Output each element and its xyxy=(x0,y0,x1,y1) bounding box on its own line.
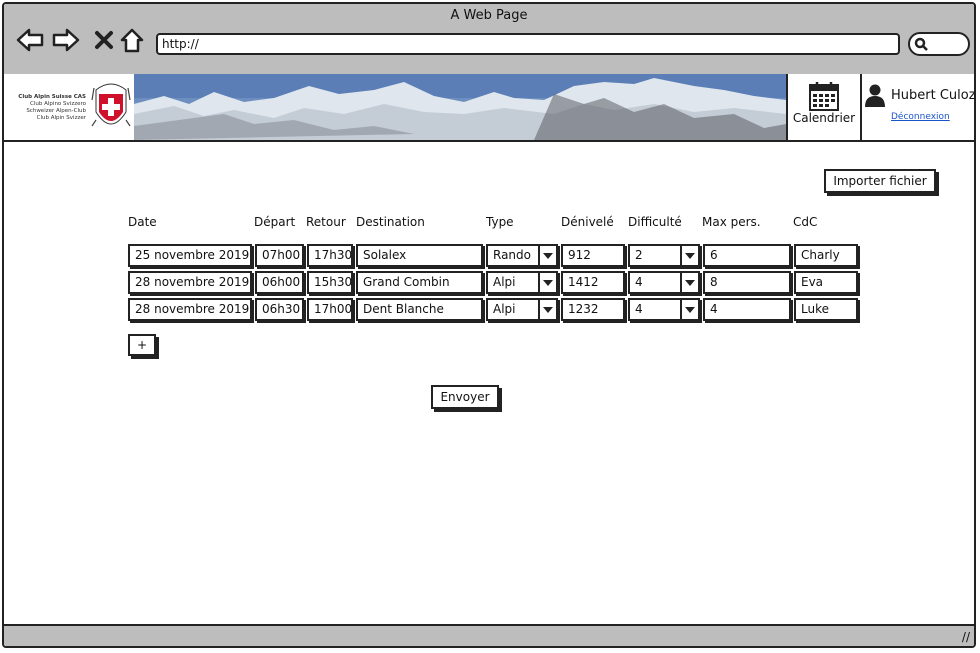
destination-field[interactable]: Dent Blanche xyxy=(356,298,483,321)
retour-field[interactable]: 17h30 xyxy=(307,244,353,267)
type-select[interactable]: Alpi xyxy=(486,271,558,294)
import-file-button[interactable]: Importer fichier xyxy=(824,169,936,193)
forward-arrow-icon[interactable] xyxy=(52,26,80,54)
chevron-down-icon[interactable] xyxy=(680,300,698,319)
chevron-down-icon[interactable] xyxy=(680,273,698,292)
col-header-destination: Destination xyxy=(356,215,425,229)
chevron-down-icon[interactable] xyxy=(538,300,556,319)
calendar-icon xyxy=(809,82,839,111)
depart-field[interactable]: 06h30 xyxy=(255,298,304,321)
difficulte-select-value: 4 xyxy=(635,275,643,289)
close-icon[interactable] xyxy=(90,26,118,54)
club-crest-icon xyxy=(91,83,131,127)
difficulte-select[interactable]: 4 xyxy=(628,271,700,294)
difficulte-select[interactable]: 2 xyxy=(628,244,700,267)
back-arrow-icon[interactable] xyxy=(16,26,44,54)
difficulte-select-value: 2 xyxy=(635,248,643,262)
difficulte-select-value: 4 xyxy=(635,302,643,316)
col-header-cdc: CdC xyxy=(793,215,818,229)
col-header-type: Type xyxy=(486,215,514,229)
logo-line: Schweizer Alpen-Club xyxy=(26,108,86,114)
logo-line: Club Alpino Svizzero xyxy=(30,101,86,107)
club-logo-text: Club Alpin Suisse CAS Club Alpino Svizze… xyxy=(14,94,86,122)
mountain-banner-image xyxy=(134,74,786,140)
logo-line: Club Alpin Suisse CAS xyxy=(18,94,86,100)
max-pers-field[interactable]: 6 xyxy=(703,244,791,267)
destination-field[interactable]: Grand Combin xyxy=(356,271,483,294)
date-field[interactable]: 25 novembre 2019 xyxy=(128,244,252,267)
url-bar[interactable]: http:// xyxy=(156,33,900,55)
browser-chrome: A Web Page http:// xyxy=(4,4,974,76)
date-field[interactable]: 28 novembre 2019 xyxy=(128,298,252,321)
home-icon[interactable] xyxy=(118,26,146,54)
calendar-button[interactable]: Calendrier xyxy=(786,74,862,140)
denivele-field[interactable]: 1232 xyxy=(561,298,625,321)
retour-field[interactable]: 15h30 xyxy=(307,271,353,294)
col-header-date: Date xyxy=(128,215,157,229)
col-header-depart: Départ xyxy=(254,215,296,229)
search-box[interactable] xyxy=(908,32,970,56)
col-header-max-pers: Max pers. xyxy=(702,215,761,229)
type-select-value: Alpi xyxy=(493,275,516,289)
destination-field[interactable]: Solalex xyxy=(356,244,483,267)
col-header-denivele: Dénivelé xyxy=(561,215,614,229)
max-pers-field[interactable]: 4 xyxy=(703,298,791,321)
date-field[interactable]: 28 novembre 2019 xyxy=(128,271,252,294)
user-panel: Hubert Culoze Déconnexion xyxy=(860,74,976,140)
search-icon xyxy=(914,37,928,51)
denivele-field[interactable]: 912 xyxy=(561,244,625,267)
retour-field[interactable]: 17h00 xyxy=(307,298,353,321)
browser-window: A Web Page http:// Club Alpin Suisse CAS… xyxy=(2,2,976,648)
chevron-down-icon[interactable] xyxy=(538,273,556,292)
logout-link[interactable]: Déconnexion xyxy=(891,112,950,122)
type-select[interactable]: Alpi xyxy=(486,298,558,321)
depart-field[interactable]: 06h00 xyxy=(255,271,304,294)
status-bar: // xyxy=(4,624,974,646)
cdc-field[interactable]: Eva xyxy=(794,271,858,294)
col-header-retour: Retour xyxy=(306,215,346,229)
calendar-label: Calendrier xyxy=(792,111,856,125)
difficulte-select[interactable]: 4 xyxy=(628,298,700,321)
depart-field[interactable]: 07h00 xyxy=(255,244,304,267)
col-header-difficulte: Difficulté xyxy=(628,215,682,229)
denivele-field[interactable]: 1412 xyxy=(561,271,625,294)
max-pers-field[interactable]: 8 xyxy=(703,271,791,294)
user-name: Hubert Culoze xyxy=(891,88,976,103)
submit-button[interactable]: Envoyer xyxy=(431,385,499,409)
chevron-down-icon[interactable] xyxy=(538,246,556,265)
cdc-field[interactable]: Luke xyxy=(794,298,858,321)
type-select-value: Rando xyxy=(493,248,531,262)
resize-grip-icon[interactable]: // xyxy=(962,630,970,644)
type-select-value: Alpi xyxy=(493,302,516,316)
window-title: A Web Page xyxy=(450,8,528,23)
site-header: Club Alpin Suisse CAS Club Alpino Svizze… xyxy=(4,74,974,142)
logo-line: Club Alpin Svizzer xyxy=(36,115,86,121)
chevron-down-icon[interactable] xyxy=(680,246,698,265)
cdc-field[interactable]: Charly xyxy=(794,244,858,267)
type-select[interactable]: Rando xyxy=(486,244,558,267)
user-icon xyxy=(865,84,885,107)
add-row-button[interactable]: + xyxy=(128,334,156,356)
